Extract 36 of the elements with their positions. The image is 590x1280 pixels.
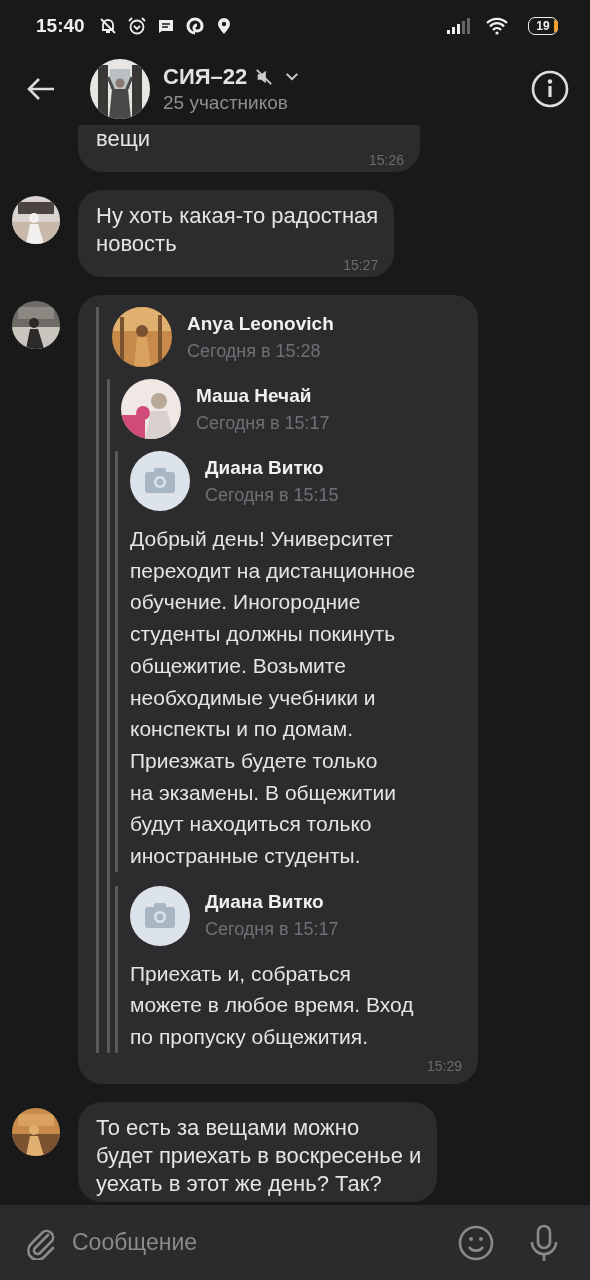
message-text: То есть за вещами можно будет приехать в воскресенье и уехать в этот же день? Так?	[96, 1113, 422, 1198]
sender-name[interactable]: Диана Витко	[205, 891, 339, 914]
wifi-icon	[485, 17, 509, 35]
message-text: вещи	[96, 125, 151, 153]
chevron-down-icon[interactable]	[285, 72, 300, 81]
swirl-icon	[184, 16, 205, 36]
signal-icon	[446, 17, 470, 35]
message-bubble[interactable]: То есть за вещами можно будет приехать в воскресенье и уехать в этот же день? Так?	[78, 1101, 438, 1202]
info-icon[interactable]	[530, 68, 570, 109]
message-text: Приехать и, собраться можете в любое время. Вход по пропуску общежития.	[130, 960, 415, 1051]
message-composer[interactable]: Сообщение	[0, 1205, 590, 1280]
message-text: Ну хоть какая-то радостная новость	[96, 202, 379, 258]
message-time: 15:27	[343, 258, 379, 273]
alarm-clock-icon	[126, 16, 147, 36]
forwarded-message-bubble[interactable]	[78, 295, 478, 1084]
sent-date: Сегодня в 15:17	[205, 919, 339, 941]
camera-placeholder-icon	[130, 885, 190, 946]
message-text: Добрый день! Университет переходит на дистанционное обучение. Иногородние студенты должны покинуть общежитие. Возьмите необходимые учебники и конспекты и по домам. Приезжать будете только на экзамены. В общежитии будут находиться только иностранные студенты.	[130, 526, 417, 870]
sender-name[interactable]: Диана Витко	[205, 456, 339, 479]
sender-name[interactable]: Anya Leonovich	[187, 312, 334, 335]
battery-indicator: 19	[528, 17, 558, 35]
sent-date: Сегодня в 15:28	[187, 340, 322, 362]
message-bubble[interactable]: Ну хоть какая-то радостная новость 15:27	[78, 190, 395, 277]
participants-count: 25 участников	[163, 91, 289, 114]
message-bubble[interactable]: вещи 15:26	[78, 125, 420, 172]
sent-date: Сегодня в 15:17	[196, 412, 330, 434]
sent-date: Сегодня в 15:15	[205, 484, 339, 506]
chat-title[interactable]: СИЯ–22	[163, 63, 248, 90]
back-arrow-icon[interactable]	[26, 76, 56, 101]
bell-off-icon	[97, 16, 118, 36]
message-input-field[interactable]: Сообщение	[68, 1223, 428, 1262]
sender-name[interactable]: Маша Нечай	[196, 384, 330, 407]
clock-time: 15:40	[36, 15, 85, 37]
message-time: 15:26	[368, 153, 404, 168]
message-time: 15:29	[426, 1058, 462, 1074]
camera-placeholder-icon	[130, 451, 190, 511]
